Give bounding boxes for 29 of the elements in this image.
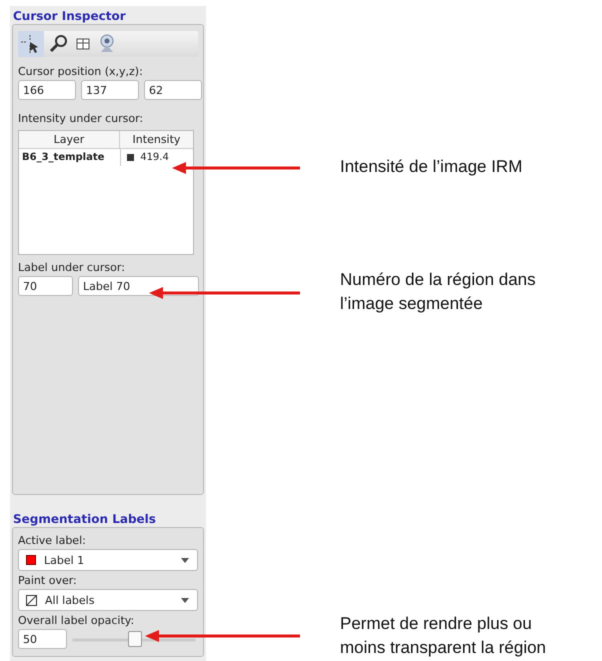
swatch-icon <box>127 154 134 161</box>
paint-over-dropdown[interactable]: All labels <box>18 589 198 611</box>
caret-icon <box>181 558 189 562</box>
panel-title: Segmentation Labels <box>12 511 157 527</box>
annotation-text: Permet de rendre plus ou moins transparent la région <box>340 613 546 659</box>
annotation-text: Intensité de l’image IRM <box>340 156 522 178</box>
field-label: Overall label opacity: <box>18 614 136 627</box>
field-label: Label under cursor: <box>18 261 126 274</box>
active-label-dropdown[interactable]: Label 1 <box>18 549 198 571</box>
field-label: Active label: <box>18 534 87 547</box>
coordinate-field[interactable]: 62 <box>144 80 202 100</box>
slider-handle[interactable] <box>128 631 142 647</box>
label-id-field[interactable]: 70 <box>18 276 73 296</box>
coordinate-field[interactable]: 166 <box>18 80 76 100</box>
field-label: Cursor position (x,y,z): <box>18 65 144 78</box>
caret-icon <box>181 598 189 602</box>
column-header[interactable]: Intensity <box>120 131 193 148</box>
table-cell-text: 419.4 <box>140 151 169 165</box>
slashed-square-icon <box>26 594 37 606</box>
column-header[interactable]: Layer <box>19 131 120 148</box>
annotation-text: Numéro de la région dans l’image segmentée <box>340 269 536 315</box>
panel-title: Cursor Inspector <box>12 8 127 24</box>
field-label: Paint over: <box>18 574 78 587</box>
coordinate-field[interactable]: 137 <box>81 80 139 100</box>
crosshair-cursor-icon[interactable] <box>18 31 44 57</box>
table-cell: B6_3_template <box>19 149 122 166</box>
opacity-field[interactable]: 50 <box>18 629 67 649</box>
field-label: Intensity under cursor: <box>18 112 144 125</box>
label-name-field[interactable]: Label 70 <box>78 276 199 296</box>
